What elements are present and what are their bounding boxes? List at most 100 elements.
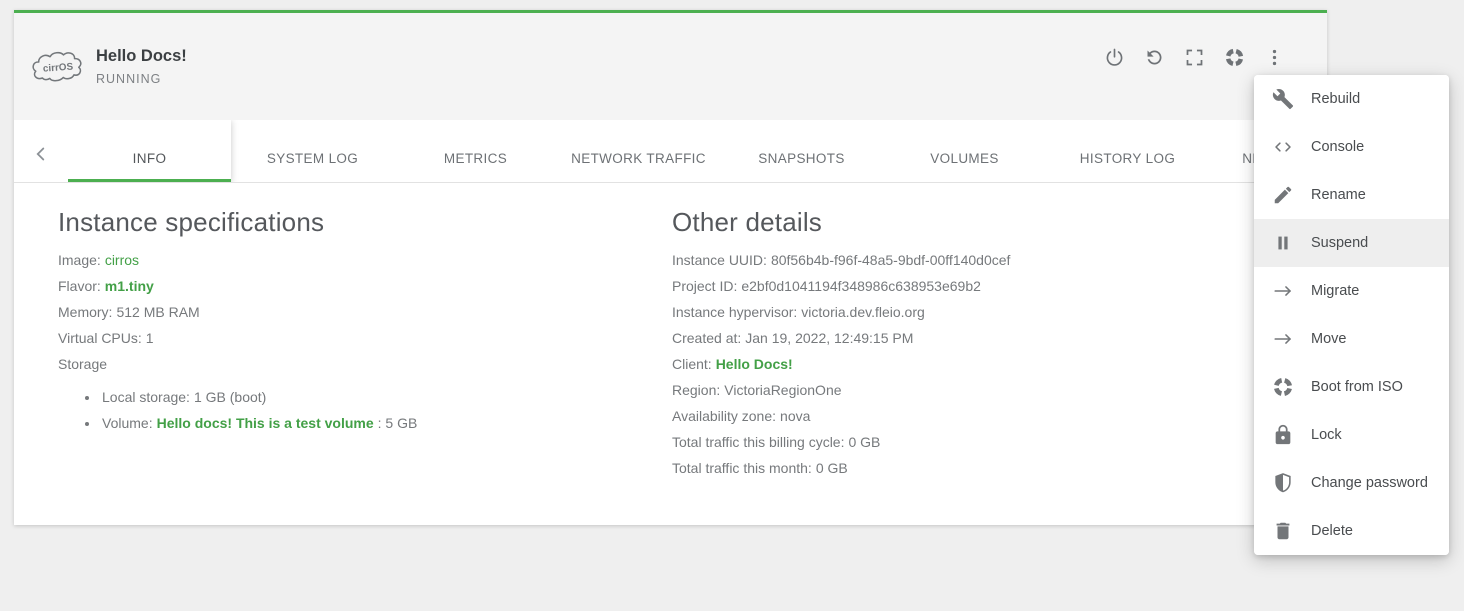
spec-label: Image: xyxy=(58,252,101,268)
menu-item-label: Console xyxy=(1311,139,1364,155)
detail-row: Created at:Jan 19, 2022, 12:49:15 PM xyxy=(672,325,1010,351)
power-icon xyxy=(1104,47,1125,68)
tab-volumes[interactable]: VOLUMES xyxy=(883,120,1046,182)
instance-title: Hello Docs! xyxy=(96,47,187,66)
menu-item-migrate[interactable]: Migrate xyxy=(1254,267,1449,315)
menu-item-rebuild[interactable]: Rebuild xyxy=(1254,75,1449,123)
detail-row: Total traffic this billing cycle:0 GB xyxy=(672,429,1010,455)
menu-item-label: Delete xyxy=(1311,523,1353,539)
spec-row: Memory:512 MB RAM xyxy=(58,299,672,325)
spec-value: 1 xyxy=(146,330,154,346)
tab-label: HISTORY LOG xyxy=(1080,151,1175,166)
restart-icon xyxy=(1144,47,1165,68)
tab-info[interactable]: INFO xyxy=(68,120,231,182)
tab-bar: INFO SYSTEM LOG METRICS NETWORK TRAFFIC … xyxy=(14,120,1327,183)
details-rows: Instance UUID:80f56b4b-f96f-48a5-9bdf-00… xyxy=(672,247,1010,481)
restart-button[interactable] xyxy=(1142,45,1166,69)
instance-card: cirrOS Hello Docs! RUNNING xyxy=(14,10,1327,525)
detail-label: Region: xyxy=(672,382,720,398)
storage-label: Local storage: xyxy=(102,389,190,405)
detail-label: Instance UUID: xyxy=(672,252,767,268)
menu-item-rename[interactable]: Rename xyxy=(1254,171,1449,219)
tab-system-log[interactable]: SYSTEM LOG xyxy=(231,120,394,182)
menu-item-boot-from-iso[interactable]: Boot from ISO xyxy=(1254,363,1449,411)
spec-value[interactable]: m1.tiny xyxy=(105,278,154,294)
spec-label: Virtual CPUs: xyxy=(58,330,142,346)
detail-label: Project ID: xyxy=(672,278,737,294)
more-vert-icon xyxy=(1264,47,1285,68)
info-tab-content: Instance specifications Image:cirros Fla… xyxy=(14,183,1327,528)
storage-item: Volume:Hello docs! This is a test volume… xyxy=(100,410,672,436)
storage-label: Volume: xyxy=(102,415,153,431)
tab-label: METRICS xyxy=(444,151,507,166)
other-details-section: Other details Instance UUID:80f56b4b-f96… xyxy=(672,207,1010,528)
detail-value: nova xyxy=(780,408,810,424)
menu-item-change-password[interactable]: Change password xyxy=(1254,459,1449,507)
detail-label: Client: xyxy=(672,356,712,372)
trash-icon xyxy=(1272,520,1294,542)
pencil-icon xyxy=(1272,184,1294,206)
menu-item-suspend[interactable]: Suspend xyxy=(1254,219,1449,267)
specs-rows: Image:cirros Flavor:m1.tiny Memory:512 M… xyxy=(58,247,672,377)
code-icon xyxy=(1272,136,1294,158)
detail-value: 80f56b4b-f96f-48a5-9bdf-00ff140d0cef xyxy=(771,252,1011,268)
detail-row: Availability zone:nova xyxy=(672,403,1010,429)
tab-label: VOLUMES xyxy=(930,151,998,166)
menu-item-console[interactable]: Console xyxy=(1254,123,1449,171)
detail-row: Client:Hello Docs! xyxy=(672,351,1010,377)
detail-value[interactable]: Hello Docs! xyxy=(716,356,793,372)
menu-item-lock[interactable]: Lock xyxy=(1254,411,1449,459)
storage-value[interactable]: Hello docs! This is a test volume xyxy=(157,415,374,431)
lock-icon xyxy=(1272,424,1294,446)
tabs: INFO SYSTEM LOG METRICS NETWORK TRAFFIC … xyxy=(68,120,1327,182)
spec-row: Storage xyxy=(58,351,672,377)
spec-label: Memory: xyxy=(58,304,112,320)
status-badge: RUNNING xyxy=(96,72,187,86)
menu-item-label: Migrate xyxy=(1311,283,1359,299)
detail-value: 0 GB xyxy=(848,434,880,450)
detail-value: VictoriaRegionOne xyxy=(724,382,841,398)
boot-from-iso-button[interactable] xyxy=(1222,45,1246,69)
detail-value: 0 GB xyxy=(816,460,848,476)
detail-label: Availability zone: xyxy=(672,408,776,424)
tab-snapshots[interactable]: SNAPSHOTS xyxy=(720,120,883,182)
pause-icon xyxy=(1272,232,1294,254)
chevron-left-icon xyxy=(30,143,52,170)
storage-value: 1 GB (boot) xyxy=(194,389,266,405)
power-button[interactable] xyxy=(1102,45,1126,69)
detail-label: Total traffic this billing cycle: xyxy=(672,434,844,450)
tab-scroll-left-button[interactable] xyxy=(14,120,68,182)
arrow-right-icon xyxy=(1272,328,1294,350)
iso-disc-icon xyxy=(1224,47,1245,68)
detail-row: Project ID:e2bf0d1041194f348986c638953e6… xyxy=(672,273,1010,299)
more-actions-button[interactable] xyxy=(1262,45,1286,69)
detail-label: Total traffic this month: xyxy=(672,460,812,476)
shield-half-icon xyxy=(1272,472,1294,494)
wrench-icon xyxy=(1272,88,1294,110)
storage-list: Local storage:1 GB (boot) Volume:Hello d… xyxy=(58,384,672,436)
detail-value: Jan 19, 2022, 12:49:15 PM xyxy=(745,330,913,346)
menu-item-label: Suspend xyxy=(1311,235,1368,251)
menu-item-move[interactable]: Move xyxy=(1254,315,1449,363)
iso-disc-icon xyxy=(1272,376,1294,398)
instance-titles: Hello Docs! RUNNING xyxy=(96,47,187,86)
spec-row: Virtual CPUs:1 xyxy=(58,325,672,351)
menu-item-label: Rename xyxy=(1311,187,1366,203)
logo-text: cirrOS xyxy=(43,61,74,74)
tab-label: SNAPSHOTS xyxy=(758,151,844,166)
instance-specifications-section: Instance specifications Image:cirros Fla… xyxy=(58,207,672,528)
tab-label: NETWORK TRAFFIC xyxy=(571,151,706,166)
spec-row: Image:cirros xyxy=(58,247,672,273)
instance-header: cirrOS Hello Docs! RUNNING xyxy=(14,13,1327,120)
menu-item-label: Move xyxy=(1311,331,1346,347)
menu-item-delete[interactable]: Delete xyxy=(1254,507,1449,555)
spec-label: Flavor: xyxy=(58,278,101,294)
detail-row: Total traffic this month:0 GB xyxy=(672,455,1010,481)
tab-network-traffic[interactable]: NETWORK TRAFFIC xyxy=(557,120,720,182)
tab-history-log[interactable]: HISTORY LOG xyxy=(1046,120,1209,182)
spec-value[interactable]: cirros xyxy=(105,252,139,268)
menu-item-label: Lock xyxy=(1311,427,1342,443)
fullscreen-button[interactable] xyxy=(1182,45,1206,69)
detail-row: Region:VictoriaRegionOne xyxy=(672,377,1010,403)
tab-metrics[interactable]: METRICS xyxy=(394,120,557,182)
